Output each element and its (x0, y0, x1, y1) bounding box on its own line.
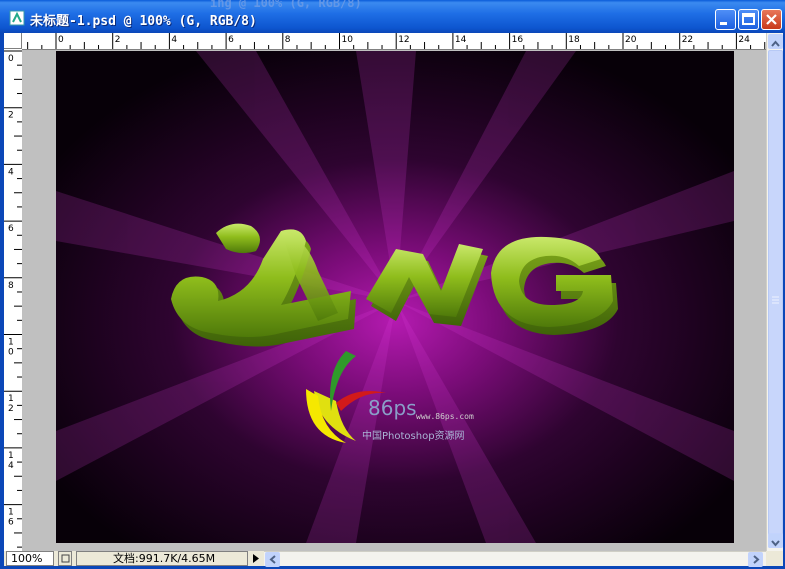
window-title: 未标题-1.psd @ 100% (G, RGB/8) (30, 14, 257, 29)
horizontal-scrollbar[interactable] (264, 551, 766, 567)
chevron-down-icon (771, 540, 780, 547)
ruler-label: 0 (8, 348, 14, 358)
minimize-button[interactable] (715, 9, 736, 30)
ruler-label: 8 (285, 35, 291, 45)
ruler-label: 1 (8, 338, 14, 348)
horizontal-ruler-ticks: 0 2 4 6 8 10 12 14 16 18 20 22 24 (27, 33, 766, 49)
ruler-label: 16 (512, 35, 524, 45)
ruler-label: 2 (115, 35, 121, 45)
logo-url-text: www.86ps.com (416, 412, 474, 421)
logo-caption-text: 中国Photoshop资源网 (362, 429, 465, 442)
ruler-label: 10 (342, 35, 354, 45)
ruler-origin[interactable] (4, 33, 22, 49)
horizontal-ruler[interactable]: 0 2 4 6 8 10 12 14 16 18 20 22 24 (22, 33, 766, 50)
status-bar: 100% 文档:991.7K/4.65M (4, 551, 783, 567)
ruler-label: 20 (625, 35, 637, 45)
title-bar[interactable]: ing @ 100% (G, RGB/8) 未标题-1.psd @ 100% (… (0, 0, 785, 33)
chevron-up-icon (771, 40, 780, 47)
scroll-thumb[interactable] (768, 50, 783, 548)
background-window-title: ing @ 100% (G, RGB/8) (210, 0, 362, 10)
document-canvas[interactable]: 86ps www.86ps.com 中国Photoshop资源网 (56, 51, 734, 543)
ruler-label: 4 (8, 167, 14, 177)
ruler-label: 1 (8, 451, 14, 461)
ruler-label: 0 (58, 35, 64, 45)
grip-icon (772, 296, 779, 304)
ruler-label: 24 (738, 35, 750, 45)
ruler-label: 18 (568, 35, 580, 45)
ruler-label: 4 (171, 35, 177, 45)
ruler-label: 1 (8, 508, 14, 518)
document-workspace[interactable]: 86ps www.86ps.com 中国Photoshop资源网 (22, 50, 766, 551)
ruler-label: 8 (8, 281, 14, 291)
scroll-left-button[interactable] (265, 552, 280, 567)
document-size-icon (61, 554, 70, 563)
ruler-label: 6 (8, 224, 14, 234)
ruler-label: 0 (8, 54, 14, 64)
close-button[interactable] (761, 9, 782, 30)
chevron-left-icon (269, 555, 276, 564)
close-icon (766, 14, 777, 25)
ruler-label: 22 (682, 35, 693, 45)
ruler-label: 14 (455, 35, 467, 45)
maximize-icon (742, 13, 755, 25)
ruler-label: 2 (8, 404, 14, 414)
ruler-label: 12 (398, 35, 409, 45)
logo-brand-text: 86ps (368, 396, 417, 420)
photoshop-document-icon (9, 10, 25, 26)
ruler-label: 6 (8, 518, 14, 528)
canvas-artwork: 86ps www.86ps.com 中国Photoshop资源网 (56, 51, 734, 543)
status-menu-button[interactable] (58, 551, 72, 566)
zoom-level-field[interactable]: 100% (6, 551, 54, 566)
scroll-up-button[interactable] (768, 34, 783, 49)
vertical-ruler-ticks: 0246810121416 (4, 50, 22, 548)
minimize-icon (720, 22, 727, 25)
status-info-arrow-icon[interactable] (250, 551, 262, 566)
ruler-label: 1 (8, 394, 14, 404)
ruler-label: 4 (8, 461, 14, 471)
scroll-down-button[interactable] (768, 533, 783, 548)
vertical-scrollbar[interactable] (766, 33, 783, 551)
scroll-right-button[interactable] (748, 552, 763, 567)
chevron-right-icon (753, 555, 760, 564)
vertical-ruler[interactable]: 0246810121416 (4, 49, 23, 551)
ruler-label: 6 (228, 35, 234, 45)
maximize-button[interactable] (738, 9, 759, 30)
ruler-label: 2 (8, 111, 14, 121)
document-info: 文档:991.7K/4.65M (76, 551, 248, 566)
